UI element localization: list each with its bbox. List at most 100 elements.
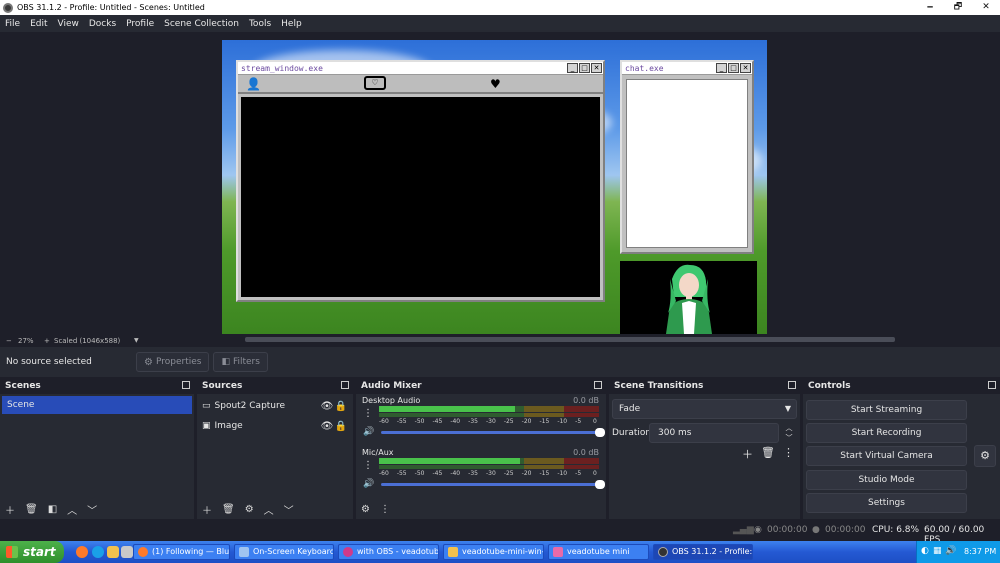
slider-knob[interactable] bbox=[595, 480, 605, 489]
transition-menu-icon[interactable]: ⋮ bbox=[783, 446, 794, 462]
chevron-down-icon[interactable]: ﹀ bbox=[781, 433, 797, 443]
taskbar-item-veadotube-folder[interactable]: veadotube-mini-win-x... bbox=[443, 544, 544, 560]
obs-logo-icon bbox=[658, 547, 668, 557]
taskbar-item-onscreen-keyboard[interactable]: On-Screen Keyboard bbox=[234, 544, 334, 560]
close-button[interactable]: ✕ bbox=[972, 0, 1000, 15]
undock-icon[interactable] bbox=[182, 381, 190, 389]
preview-zoom-bar: − 27% + Scaled (1046x588) ▼ bbox=[0, 334, 1000, 347]
channel-menu-icon[interactable]: ⋮ bbox=[363, 460, 373, 471]
preview-horizontal-scrollbar[interactable] bbox=[245, 337, 895, 342]
menu-docks[interactable]: Docks bbox=[84, 19, 121, 29]
source-properties-icon[interactable]: ⚙ bbox=[245, 504, 254, 515]
volume-slider[interactable] bbox=[381, 428, 605, 437]
move-up-icon[interactable]: ︿ bbox=[264, 502, 274, 517]
lock-icon[interactable]: 🔒 bbox=[334, 401, 348, 412]
network-icon[interactable]: ◐ bbox=[921, 546, 929, 556]
start-button[interactable]: start bbox=[0, 541, 64, 563]
task-label: veadotube-mini-win-x... bbox=[462, 547, 543, 556]
undock-icon[interactable] bbox=[594, 381, 602, 389]
task-label: On-Screen Keyboard bbox=[253, 547, 334, 556]
transition-select[interactable]: Fade ▼ bbox=[612, 399, 797, 419]
menu-help[interactable]: Help bbox=[276, 19, 307, 29]
task-label: OBS 31.1.2 - Profile: U... bbox=[672, 547, 753, 556]
meter-level bbox=[379, 458, 520, 464]
move-up-icon[interactable]: ︿ bbox=[67, 502, 77, 517]
notepad-icon[interactable] bbox=[121, 546, 133, 558]
menu-view[interactable]: View bbox=[53, 19, 84, 29]
move-down-icon[interactable]: ﹀ bbox=[87, 502, 97, 517]
taskbar-item-veadotube-mini[interactable]: veadotube mini bbox=[548, 544, 649, 560]
filters-button[interactable]: ◧ Filters bbox=[213, 352, 268, 372]
meter-tick-label: -35 bbox=[468, 418, 478, 425]
menu-profile[interactable]: Profile bbox=[121, 19, 159, 29]
add-source-icon[interactable]: ＋ bbox=[202, 502, 212, 517]
volume-slider[interactable] bbox=[381, 480, 605, 489]
settings-button[interactable]: Settings bbox=[806, 493, 967, 513]
zoom-in-button[interactable]: + bbox=[44, 337, 54, 345]
source-item[interactable]: ▣ Image 👁 🔒 bbox=[202, 417, 348, 435]
advanced-audio-icon[interactable]: ⚙ bbox=[361, 504, 370, 515]
speaker-icon[interactable]: 🔊 bbox=[363, 479, 374, 489]
zoom-value: 27% bbox=[18, 336, 34, 345]
properties-button[interactable]: ⚙ Properties bbox=[136, 352, 210, 372]
visibility-eye-icon[interactable]: 👁 bbox=[320, 421, 334, 432]
visibility-eye-icon[interactable]: 👁 bbox=[320, 401, 334, 412]
start-virtual-camera-button[interactable]: Start Virtual Camera bbox=[806, 446, 967, 466]
undock-icon[interactable] bbox=[988, 381, 996, 389]
sources-title: Sources bbox=[202, 381, 243, 391]
meter-tick-label: -10 bbox=[557, 418, 568, 425]
meter-tick-label: -10 bbox=[557, 470, 568, 477]
maximize-button[interactable]: 🗗 bbox=[944, 0, 972, 15]
menu-tools[interactable]: Tools bbox=[244, 19, 276, 29]
scene-filters-icon[interactable]: ◧ bbox=[48, 504, 57, 515]
menu-file[interactable]: File bbox=[0, 19, 25, 29]
studio-mode-button[interactable]: Studio Mode bbox=[806, 470, 967, 490]
undock-icon[interactable] bbox=[788, 381, 796, 389]
preview-area[interactable]: stream_window.exe _ □ ✕ 👤 ♡ ♥ chat.exe _… bbox=[0, 32, 1000, 334]
remove-transition-icon[interactable]: 🗑 bbox=[761, 446, 775, 462]
firefox-icon bbox=[138, 547, 148, 557]
meter-tick-label: -25 bbox=[503, 418, 514, 425]
lock-icon[interactable]: 🔒 bbox=[334, 421, 348, 432]
minimize-button[interactable]: 🗕 bbox=[916, 0, 944, 15]
zoom-out-button[interactable]: − bbox=[6, 337, 18, 345]
slider-knob[interactable] bbox=[595, 428, 605, 437]
virtual-camera-settings-gear-icon[interactable]: ⚙ bbox=[974, 445, 996, 467]
source-item[interactable]: ▭ Spout2 Capture 👁 🔒 bbox=[202, 397, 348, 415]
scale-dropdown-icon[interactable]: ▼ bbox=[134, 337, 139, 344]
move-down-icon[interactable]: ﹀ bbox=[284, 502, 294, 517]
scene-item[interactable]: Scene bbox=[2, 396, 192, 414]
meter-tick-label: -15 bbox=[539, 418, 550, 425]
firefox-icon[interactable] bbox=[76, 546, 88, 558]
speaker-icon[interactable]: 🔊 bbox=[363, 427, 374, 437]
volume-icon[interactable]: 🔊 bbox=[945, 546, 956, 556]
taskbar-item-bluesky[interactable]: (1) Following — Bluesk... bbox=[133, 544, 230, 560]
remove-scene-icon[interactable]: 🗑 bbox=[25, 504, 38, 515]
folder-icon[interactable] bbox=[107, 546, 119, 558]
menu-edit[interactable]: Edit bbox=[25, 19, 52, 29]
remove-source-icon[interactable]: 🗑 bbox=[222, 504, 235, 515]
heart-icon: ♥ bbox=[490, 77, 501, 91]
chevron-up-icon[interactable]: ︿ bbox=[781, 423, 797, 433]
duration-input[interactable]: 300 ms bbox=[649, 423, 779, 443]
scene-transitions-dock: Scene Transitions Fade ▼ Duration 300 ms… bbox=[609, 378, 800, 519]
menu-scene-collection[interactable]: Scene Collection bbox=[159, 19, 244, 29]
start-streaming-button[interactable]: Start Streaming bbox=[806, 400, 967, 420]
mixer-menu-icon[interactable]: ⋮ bbox=[380, 504, 390, 515]
start-recording-button[interactable]: Start Recording bbox=[806, 423, 967, 443]
tray-apps-icon[interactable]: ▦ bbox=[933, 546, 942, 556]
channel-menu-icon[interactable]: ⋮ bbox=[363, 408, 373, 419]
taskbar-item-obs[interactable]: OBS 31.1.2 - Profile: U... bbox=[653, 544, 753, 560]
meter-tick-label: -5 bbox=[575, 470, 582, 477]
undock-icon[interactable] bbox=[341, 381, 349, 389]
add-transition-icon[interactable]: ＋ bbox=[742, 446, 753, 462]
preview-canvas[interactable]: stream_window.exe _ □ ✕ 👤 ♡ ♥ chat.exe _… bbox=[222, 40, 767, 334]
duration-spinner[interactable]: ︿ ﹀ bbox=[781, 423, 797, 443]
chevron-down-icon: ▼ bbox=[784, 404, 791, 413]
edge-icon[interactable] bbox=[92, 546, 104, 558]
scenes-toolbar: ＋ 🗑 ◧ ︿ ﹀ bbox=[0, 499, 194, 519]
taskbar-item-veadotube-obs[interactable]: with OBS - veadotube... bbox=[338, 544, 439, 560]
meter-tick-label: -50 bbox=[414, 470, 425, 477]
add-scene-icon[interactable]: ＋ bbox=[5, 502, 15, 517]
volume-meter bbox=[379, 458, 599, 464]
